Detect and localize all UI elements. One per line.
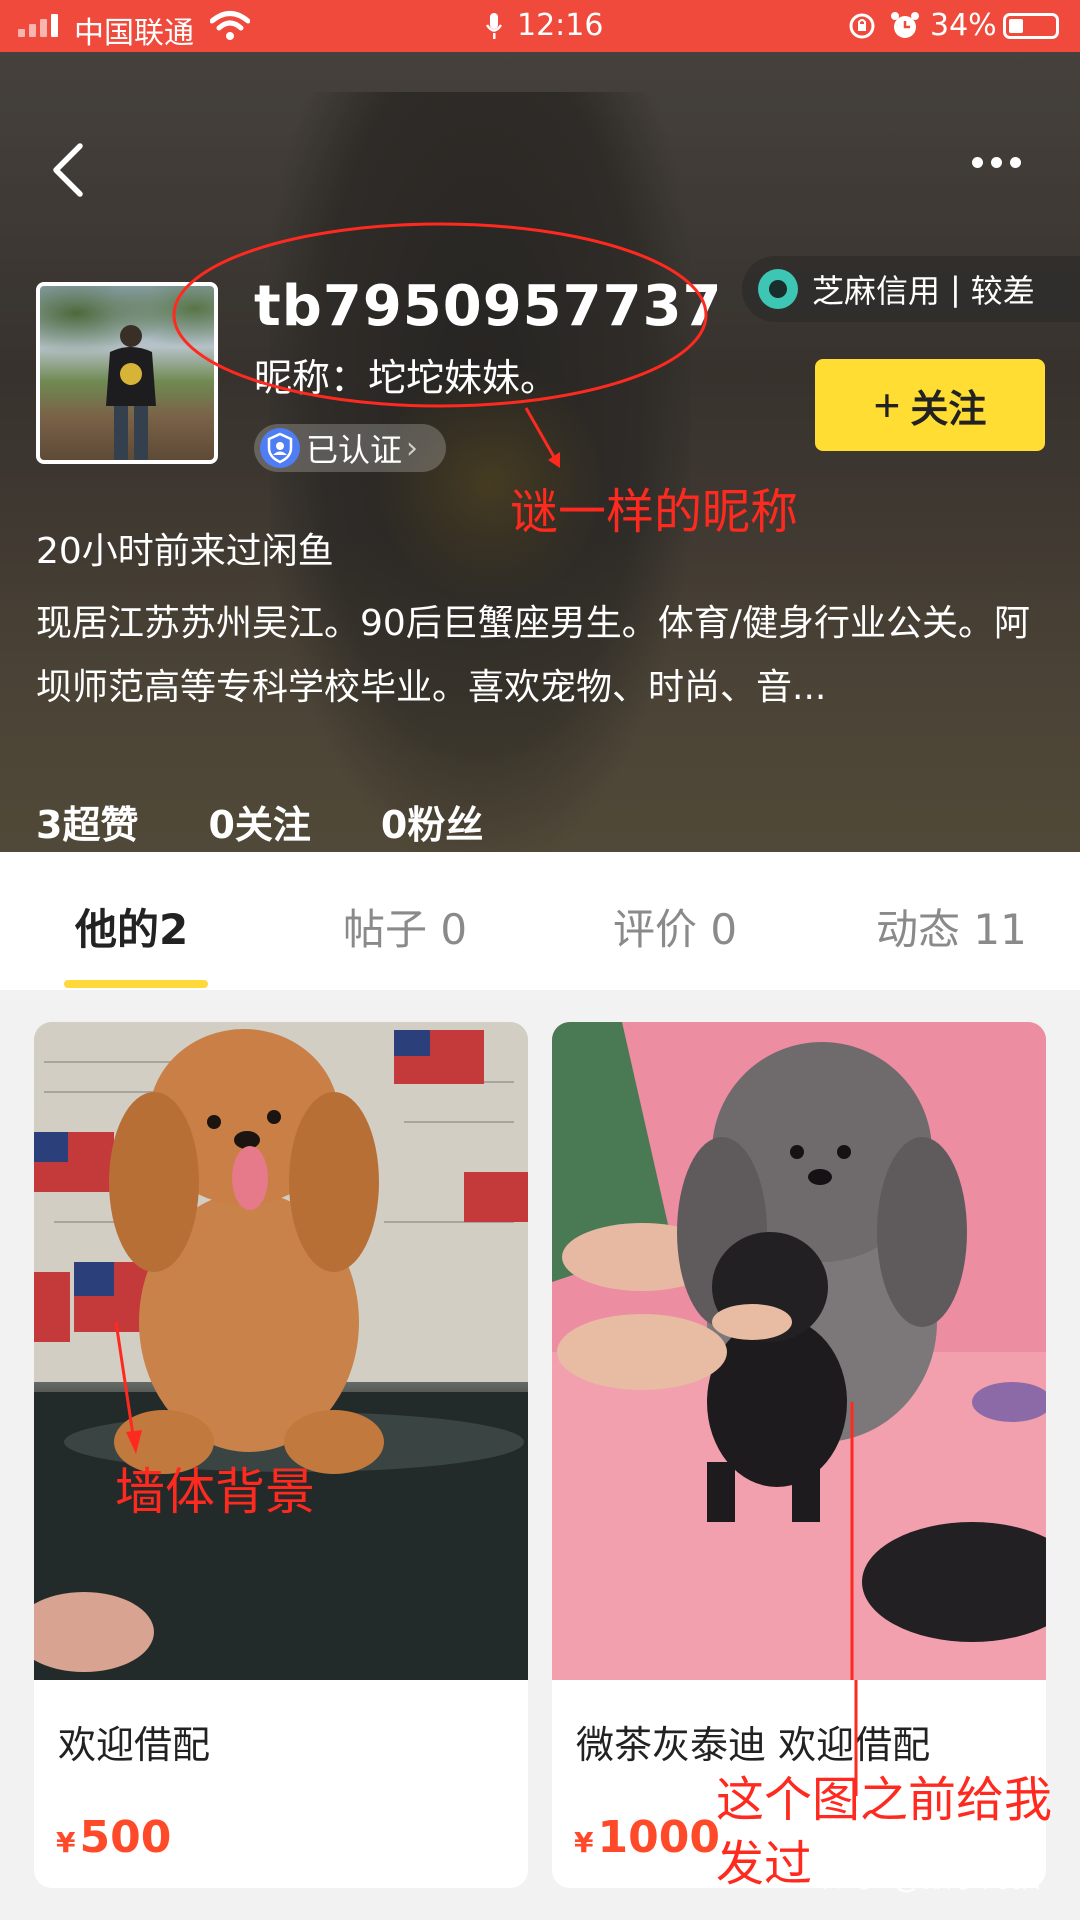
profile-bio[interactable]: 现居江苏苏州吴江。90后巨蟹座男生。体育/健身行业公关。阿坝师范高等专科学校毕业… [36, 592, 1046, 720]
verified-shield-icon [260, 428, 300, 468]
tab-posts[interactable]: 帖子 0 [343, 896, 467, 957]
item-photo [552, 1022, 1046, 1680]
following-count[interactable]: 0关注 [208, 794, 310, 849]
item-price: ¥500 [56, 1812, 172, 1863]
plus-icon: + [873, 379, 901, 431]
microphone-icon [485, 13, 503, 39]
item-price: ¥1000 [574, 1812, 720, 1863]
follow-button[interactable]: + 关注 [815, 359, 1045, 451]
back-arrow-icon[interactable] [50, 142, 86, 198]
watermark: 知乎 @猴子的猫 [822, 1860, 1042, 1895]
credit-label: 芝麻信用 [812, 272, 941, 310]
item-title: 欢迎借配 [58, 1723, 211, 1767]
item-card[interactable]: 微茶灰泰迪 欢迎借配 ¥1000 [552, 1022, 1046, 1888]
tab-active-indicator [64, 980, 208, 988]
verified-badge[interactable]: 已认证 › [254, 424, 446, 472]
last-visit-text: 20小时前来过闲鱼 [36, 531, 334, 572]
rotation-lock-icon [849, 13, 875, 39]
item-photo [34, 1022, 528, 1680]
likes-count[interactable]: 3超赞 [36, 794, 138, 849]
tab-activity[interactable]: 动态 11 [876, 896, 1027, 957]
sesame-credit-icon [758, 269, 798, 309]
signal-icon [18, 14, 58, 37]
profile-stats: 3超赞 0关注 0粉丝 [36, 794, 553, 849]
follow-label: 关注 [910, 388, 987, 431]
credit-separator: | [950, 270, 961, 308]
followers-count[interactable]: 0粉丝 [381, 794, 483, 849]
status-bar: 中国联通 12:16 34% [0, 0, 1080, 52]
annotation-nickname-note: 谜一样的昵称 [510, 484, 799, 540]
item-title: 微茶灰泰迪 欢迎借配 [576, 1723, 931, 1767]
annotation-oval [172, 222, 708, 408]
annotation-arrow [524, 407, 560, 468]
alarm-icon [891, 12, 919, 38]
profile-header: tb7950957737 昵称：坨坨妹妹。 已认证 › 芝麻信用 | 较差 + … [0, 52, 1080, 852]
carrier-name: 中国联通 [74, 16, 194, 51]
verified-label: 已认证 [306, 431, 403, 469]
clock-time: 12:16 [517, 8, 604, 43]
sesame-credit-badge[interactable]: 芝麻信用 | 较差 [742, 256, 1080, 322]
profile-screen: 中国联通 12:16 34% tb7950957737 昵称：坨坨妹妹。 已认证… [0, 0, 1080, 1920]
annotation-wall-note: 墙体背景 [115, 1463, 315, 1521]
battery-icon [1003, 13, 1059, 39]
more-options-icon[interactable] [972, 157, 1021, 168]
profile-tabs: 他的2 帖子 0 评价 0 动态 11 [0, 852, 1080, 990]
credit-level: 较差 [970, 272, 1035, 310]
battery-percent: 34% [930, 8, 997, 43]
chevron-right-icon: › [406, 430, 419, 466]
tab-his-items[interactable]: 他的2 [75, 896, 188, 957]
wifi-icon [210, 11, 250, 40]
tab-reviews[interactable]: 评价 0 [613, 896, 737, 957]
